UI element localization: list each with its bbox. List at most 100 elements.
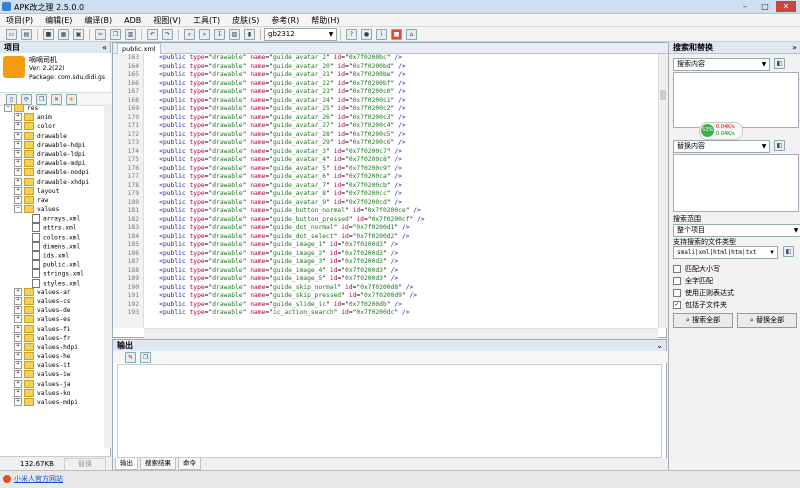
tab-output[interactable]: 输出 <box>115 458 138 470</box>
stop-icon[interactable]: ■ <box>391 28 402 40</box>
tree-item[interactable]: + values-mdpi <box>0 398 104 407</box>
tree-item[interactable]: styles.xml <box>0 278 104 288</box>
expand-toggle-icon[interactable]: + <box>14 131 22 140</box>
expand-toggle-icon[interactable]: + <box>14 177 22 186</box>
tree-item[interactable]: − values <box>0 205 104 214</box>
expand-toggle-icon[interactable]: + <box>14 388 22 397</box>
tree-item[interactable]: + values-it <box>0 361 104 370</box>
tree-item[interactable]: + values-iw <box>0 370 104 379</box>
open-folder-icon[interactable]: ▤ <box>21 28 32 40</box>
expand-toggle-icon[interactable]: + <box>14 370 22 379</box>
expand-toggle-icon[interactable]: + <box>14 342 22 351</box>
mic-icon[interactable]: ● <box>361 28 372 40</box>
cut-icon[interactable]: ✂ <box>95 28 106 40</box>
tree-item[interactable]: + drawable-mdpi <box>0 159 104 168</box>
undo-icon[interactable]: ↶ <box>147 28 158 40</box>
replace-text-input[interactable] <box>673 154 799 212</box>
expand-toggle-icon[interactable]: + <box>14 398 22 406</box>
tree-item[interactable]: + color <box>0 122 104 131</box>
tree-item[interactable]: + drawable-ldpi <box>0 149 104 159</box>
tree-item[interactable]: public.xml <box>0 260 104 270</box>
new-file-icon[interactable]: ▯ <box>6 93 17 105</box>
match-case-checkbox[interactable]: 匹配大小写 <box>673 264 720 274</box>
expand-toggle-icon[interactable]: + <box>14 361 22 370</box>
tree-item[interactable]: + layout <box>0 186 104 196</box>
expand-toggle-icon[interactable]: + <box>14 113 22 122</box>
scope-select[interactable]: 整个项目 ▼ <box>673 224 800 237</box>
search-options-icon[interactable]: ◧ <box>774 58 785 69</box>
expand-toggle-icon[interactable]: + <box>14 122 22 131</box>
menu-adb[interactable]: ADB <box>118 14 147 26</box>
regex-checkbox[interactable]: 使用正则表达式 <box>673 288 734 298</box>
menu-project[interactable]: 项目(P) <box>0 14 39 26</box>
copy-output-icon[interactable]: ❐ <box>140 351 151 363</box>
tree-scrollbar[interactable] <box>104 104 111 448</box>
find-icon[interactable]: ⌕ <box>184 28 195 40</box>
tree-item[interactable]: colors.xml <box>0 232 104 242</box>
search-all-button[interactable]: ⌕ 搜索全部 <box>673 313 733 328</box>
tree-item[interactable]: + values-ja <box>0 379 104 389</box>
tab-public-xml[interactable]: public.xml <box>117 43 161 54</box>
filetypes-edit-icon[interactable]: ◧ <box>783 246 794 257</box>
expand-toggle-icon[interactable]: + <box>14 296 22 305</box>
info-icon[interactable]: i <box>376 28 387 40</box>
expand-toggle-icon[interactable]: + <box>14 324 22 333</box>
tree-item[interactable]: strings.xml <box>0 269 104 279</box>
tree-item[interactable]: + drawable <box>0 131 104 141</box>
tree-item[interactable]: + values-hdpi <box>0 342 104 352</box>
home-icon[interactable]: ⌂ <box>406 28 417 40</box>
expand-toggle-icon[interactable]: + <box>14 140 22 149</box>
expand-toggle-icon[interactable]: − <box>4 104 12 112</box>
paste-icon[interactable]: ▥ <box>125 28 136 40</box>
find-next-icon[interactable]: » <box>199 28 210 40</box>
code-text[interactable]: <public type="drawable" name="guide_avat… <box>144 54 658 328</box>
tree-item[interactable]: + drawable-hdpi <box>0 140 104 150</box>
menu-skin[interactable]: 皮肤(S) <box>226 14 265 26</box>
expand-toggle-icon[interactable]: + <box>14 306 22 315</box>
save-all-icon[interactable]: ▦ <box>58 28 69 40</box>
menu-tools[interactable]: 工具(T) <box>187 14 226 26</box>
output-text-area[interactable] <box>117 364 662 458</box>
goto-icon[interactable]: ↧ <box>214 28 225 40</box>
include-subfolders-checkbox[interactable]: ✓ 包括子文件夹 <box>673 300 727 310</box>
maximize-button[interactable]: □ <box>755 1 775 12</box>
expand-toggle-icon[interactable]: + <box>14 149 22 158</box>
search-content-select[interactable]: 搜索内容 ▼ <box>673 58 770 71</box>
minimize-button[interactable]: – <box>735 1 755 12</box>
help-icon[interactable]: ? <box>346 28 357 40</box>
refresh-icon[interactable]: ⟳ <box>21 93 32 105</box>
copy-icon[interactable]: ❐ <box>110 28 121 40</box>
print-icon[interactable]: ▣ <box>73 28 84 40</box>
editor-horizontal-scrollbar[interactable] <box>144 328 658 338</box>
tree-item[interactable]: + values-ar <box>0 287 104 297</box>
tree-item[interactable]: dimens.xml <box>0 241 104 251</box>
expand-toggle-icon[interactable]: + <box>14 315 22 324</box>
collapse-icon[interactable]: ⌄ <box>656 340 663 351</box>
menu-build[interactable]: 编译(B) <box>78 14 118 26</box>
encoding-select[interactable]: gb2312 ▼ <box>264 27 337 41</box>
close-button[interactable]: ✕ <box>776 1 796 12</box>
menu-help[interactable]: 帮助(H) <box>305 14 345 26</box>
official-site-link[interactable]: 小米人官方网站 <box>14 474 63 484</box>
tree-item[interactable]: + values-fr <box>0 333 104 343</box>
tree-item[interactable]: + drawable-xhdpi <box>0 177 104 187</box>
tree-item[interactable]: + raw <box>0 195 104 205</box>
favorite-icon[interactable]: ★ <box>66 93 77 105</box>
menu-edit[interactable]: 编辑(E) <box>39 14 78 26</box>
expand-toggle-icon[interactable]: + <box>14 287 22 296</box>
expand-toggle-icon[interactable]: + <box>14 352 22 361</box>
copy-file-icon[interactable]: ❐ <box>36 93 47 105</box>
expand-toggle-icon[interactable]: + <box>14 168 22 177</box>
tree-item[interactable]: + values-es <box>0 315 104 324</box>
image-icon[interactable]: ▨ <box>229 28 240 40</box>
tree-item[interactable]: + drawable-nodpi <box>0 168 104 177</box>
menu-view[interactable]: 视图(V) <box>147 14 187 26</box>
editor-vertical-scrollbar[interactable] <box>658 54 668 328</box>
replace-options-icon[interactable]: ◧ <box>774 140 785 151</box>
tab-commands[interactable]: 命令 <box>178 458 201 470</box>
tree-item[interactable]: ids.xml <box>0 251 104 260</box>
scroll-thumb[interactable] <box>660 90 666 100</box>
tree-item[interactable]: − res <box>0 104 104 113</box>
whole-word-checkbox[interactable]: 全字匹配 <box>673 276 713 286</box>
save-icon[interactable]: ■ <box>43 28 54 40</box>
